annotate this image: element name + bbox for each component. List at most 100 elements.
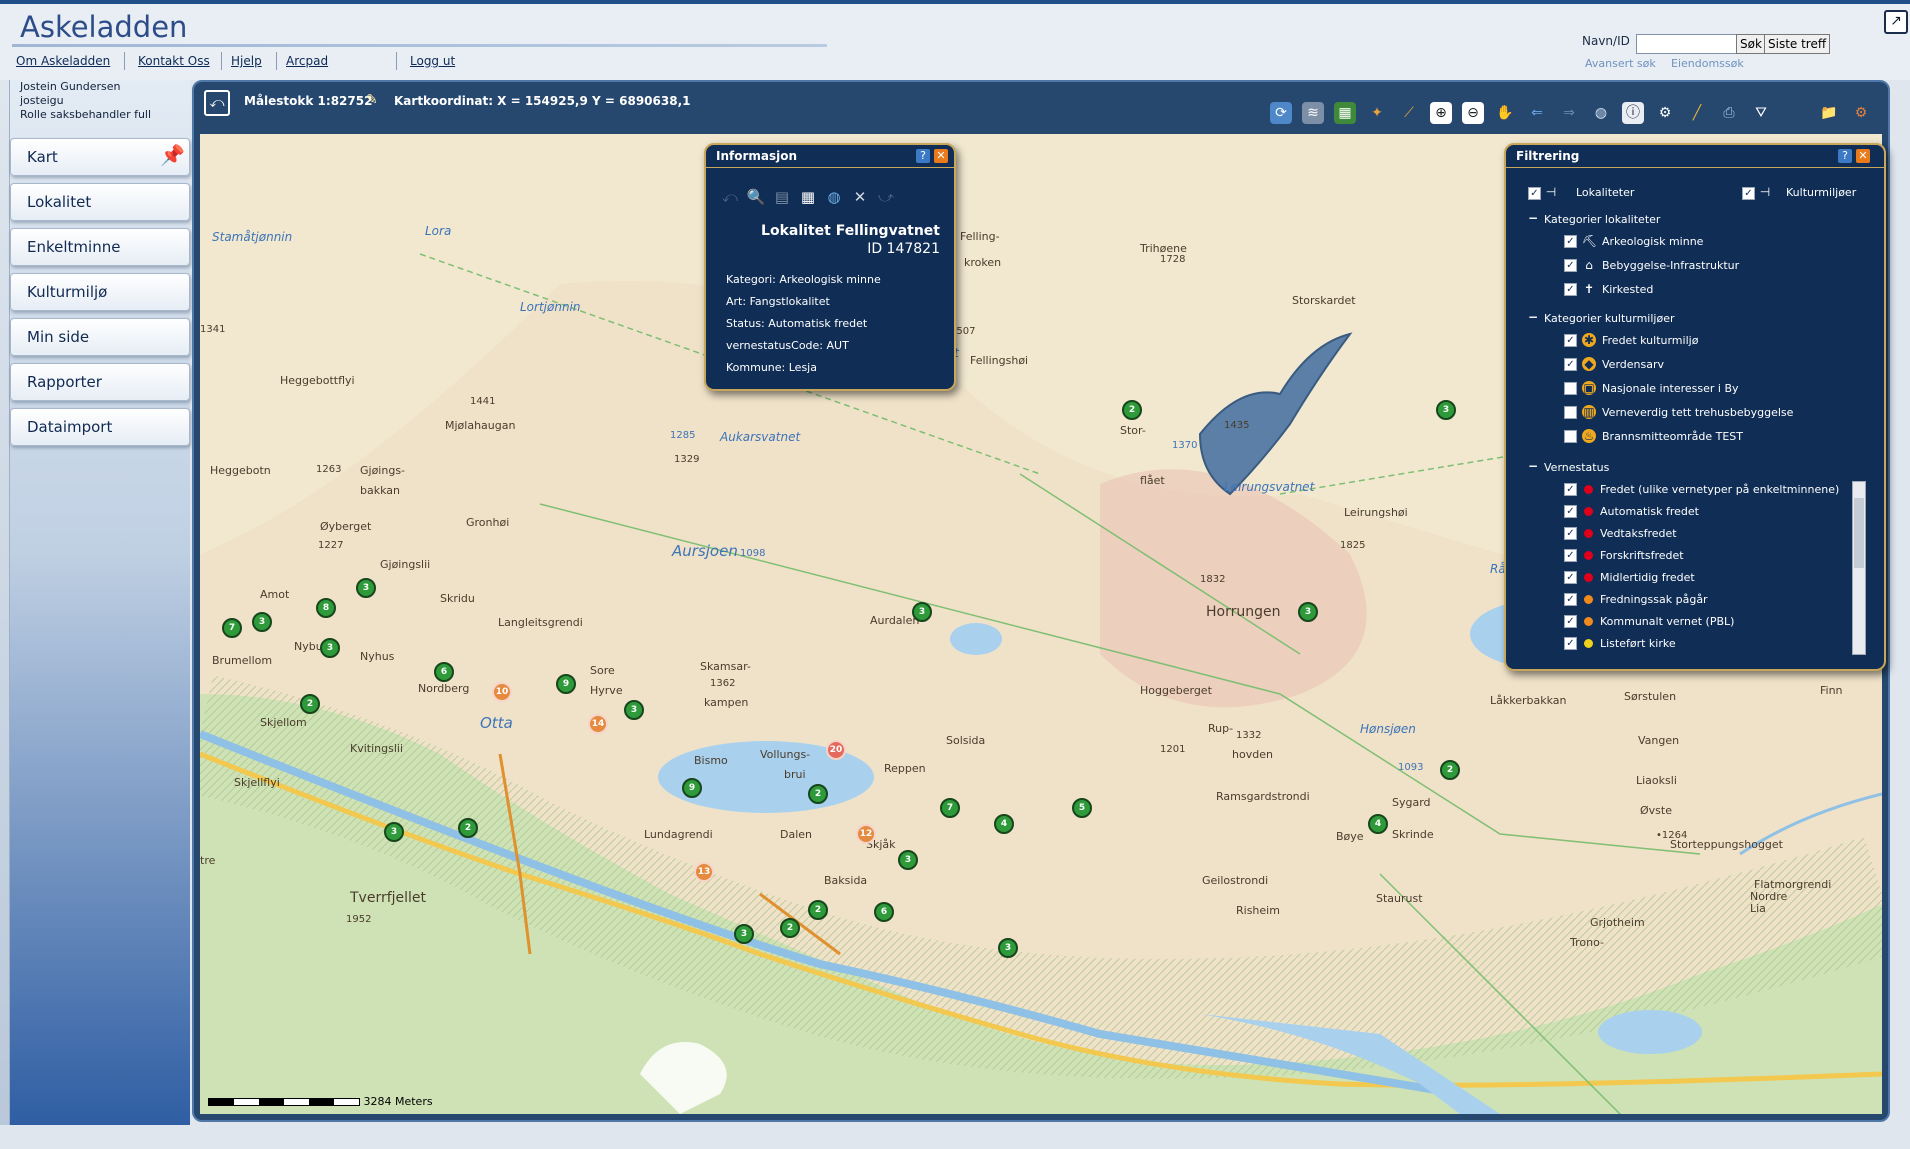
filter-checkbox[interactable]: ✓ <box>1564 637 1577 650</box>
pin-icon[interactable]: 📌 <box>160 143 185 167</box>
menu-enkeltminne[interactable]: Enkeltminne <box>10 228 190 266</box>
search-button[interactable]: Søk <box>1736 34 1766 54</box>
edit-scale-icon[interactable]: ✎ <box>366 92 378 108</box>
zoom-out-icon[interactable]: ⊖ <box>1462 102 1484 124</box>
forward-arrow-icon[interactable]: ⤻ <box>876 187 896 207</box>
map-cluster-marker[interactable]: 8 <box>316 598 336 618</box>
checkbox-cultural-env[interactable]: ✓ <box>1742 187 1755 200</box>
filter-checkbox[interactable]: ✓ <box>1564 505 1577 518</box>
filter-checkbox[interactable]: ✓ <box>1564 358 1577 371</box>
filter-checkbox[interactable]: ✓ <box>1564 334 1577 347</box>
map-cluster-marker[interactable]: 3 <box>734 924 754 944</box>
map-cluster-marker[interactable]: 13 <box>694 862 714 882</box>
report-icon[interactable]: ▦ <box>798 187 818 207</box>
map-cluster-marker[interactable]: 7 <box>940 798 960 818</box>
map-cluster-marker[interactable]: 3 <box>384 822 404 842</box>
map-cluster-marker[interactable]: 9 <box>556 674 576 694</box>
menu-dataimport[interactable]: Dataimport <box>10 408 190 446</box>
filter-checkbox[interactable] <box>1564 382 1577 395</box>
map-cluster-marker[interactable]: 4 <box>994 814 1014 834</box>
last-hit-button[interactable]: Siste treff <box>1764 34 1831 54</box>
filter-icon[interactable]: ⛛ <box>1750 102 1772 124</box>
map-cluster-marker[interactable]: 3 <box>356 578 376 598</box>
status-scrollbar[interactable] <box>1852 481 1866 655</box>
filter-checkbox[interactable]: ✓ <box>1564 593 1577 606</box>
print-icon[interactable]: ⎙ <box>1718 102 1740 124</box>
filter-checkbox[interactable]: ✓ <box>1564 235 1577 248</box>
menu-lokalitet[interactable]: Lokalitet <box>10 183 190 221</box>
identify-icon[interactable]: ⚙ <box>1654 102 1676 124</box>
back-arrow-icon[interactable]: ⤺ <box>720 187 740 207</box>
collapse-icon[interactable]: − <box>1528 459 1538 473</box>
map-cluster-marker[interactable]: 14 <box>588 714 608 734</box>
map-cluster-marker[interactable]: 3 <box>320 638 340 658</box>
map-cluster-marker[interactable]: 3 <box>1436 400 1456 420</box>
collapse-icon[interactable]: − <box>1528 211 1538 225</box>
nav-about[interactable]: Om Askeladden <box>16 54 110 68</box>
nav-logout[interactable]: Logg ut <box>410 54 455 68</box>
collapse-icon[interactable]: − <box>1528 310 1538 324</box>
zoom-in-icon[interactable]: ⊕ <box>1430 102 1452 124</box>
property-search-link[interactable]: Eiendomssøk <box>1671 57 1744 70</box>
map-cluster-marker[interactable]: 2 <box>780 918 800 938</box>
pan-hand-icon[interactable]: ✋ <box>1494 102 1516 124</box>
left-splitter[interactable] <box>0 80 10 1125</box>
close-icon[interactable]: ✕ <box>1856 149 1870 163</box>
map-cluster-marker[interactable]: 2 <box>458 818 478 838</box>
map-cluster-marker[interactable]: 3 <box>898 850 918 870</box>
map-cluster-marker[interactable]: 2 <box>808 784 828 804</box>
help-icon[interactable]: ? <box>916 149 930 163</box>
map-cluster-marker[interactable]: 6 <box>434 662 454 682</box>
map-cluster-marker[interactable]: 5 <box>1072 798 1092 818</box>
map-cluster-marker[interactable]: 2 <box>1122 400 1142 420</box>
checkbox-localities[interactable]: ✓ <box>1528 187 1541 200</box>
filter-checkbox[interactable]: ✓ <box>1564 549 1577 562</box>
map-cluster-marker[interactable]: 20 <box>826 740 846 760</box>
map-cluster-marker[interactable]: 7 <box>222 618 242 638</box>
map-cluster-marker[interactable]: 2 <box>300 694 320 714</box>
map-cluster-marker[interactable]: 2 <box>808 900 828 920</box>
search-input[interactable] <box>1636 34 1740 54</box>
menu-kart[interactable]: Kart 📌 <box>10 138 190 176</box>
filter-checkbox[interactable] <box>1564 406 1577 419</box>
advanced-search-link[interactable]: Avansert søk <box>1585 57 1656 70</box>
map-cluster-marker[interactable]: 12 <box>856 824 876 844</box>
filter-checkbox[interactable] <box>1564 430 1577 443</box>
map-cluster-marker[interactable]: 3 <box>252 612 272 632</box>
layers-icon[interactable]: ≋ <box>1302 102 1324 124</box>
map-cluster-marker[interactable]: 10 <box>492 682 512 702</box>
map-cluster-marker[interactable]: 4 <box>1368 814 1388 834</box>
map-cluster-marker[interactable]: 3 <box>998 938 1018 958</box>
help-icon[interactable]: ? <box>1838 149 1852 163</box>
back-icon[interactable]: ⇐ <box>1526 102 1548 124</box>
draw-line-icon[interactable]: ⟋ <box>1398 102 1420 124</box>
globe-icon[interactable]: ◍ <box>1590 102 1612 124</box>
document-icon[interactable]: ▤ <box>772 187 792 207</box>
globe-search-icon[interactable]: ◍ <box>824 187 844 207</box>
map-cluster-marker[interactable]: 3 <box>624 700 644 720</box>
menu-min-side[interactable]: Min side <box>10 318 190 356</box>
map-cluster-marker[interactable]: 3 <box>1298 602 1318 622</box>
scrollbar-thumb[interactable] <box>1854 498 1864 568</box>
clear-icon[interactable]: ✕ <box>850 187 870 207</box>
nav-contact[interactable]: Kontakt Oss <box>138 54 210 68</box>
map-cluster-marker[interactable]: 9 <box>682 778 702 798</box>
external-window-icon[interactable]: ↗ <box>1884 10 1908 34</box>
map-cluster-marker[interactable]: 6 <box>874 902 894 922</box>
filter-checkbox[interactable]: ✓ <box>1564 283 1577 296</box>
nav-arcpad[interactable]: Arcpad <box>286 54 328 68</box>
filter-checkbox[interactable]: ✓ <box>1564 571 1577 584</box>
menu-kulturmiljo[interactable]: Kulturmiljø <box>10 273 190 311</box>
nav-help[interactable]: Hjelp <box>231 54 262 68</box>
forward-icon[interactable]: ⇒ <box>1558 102 1580 124</box>
map-overview-icon[interactable]: ▦ <box>1334 102 1356 124</box>
map-cluster-marker[interactable]: 2 <box>1440 760 1460 780</box>
add-folder-icon[interactable]: 📁 <box>1818 102 1840 124</box>
filter-checkbox[interactable]: ✓ <box>1564 527 1577 540</box>
settings-icon[interactable]: ⚙ <box>1850 102 1872 124</box>
filter-checkbox[interactable]: ✓ <box>1564 483 1577 496</box>
home-extent-icon[interactable]: ⤺ <box>204 90 230 116</box>
refresh-icon[interactable]: ⟳ <box>1270 102 1292 124</box>
map-cluster-marker[interactable]: 3 <box>912 602 932 622</box>
select-tool-icon[interactable]: ✦ <box>1366 102 1388 124</box>
